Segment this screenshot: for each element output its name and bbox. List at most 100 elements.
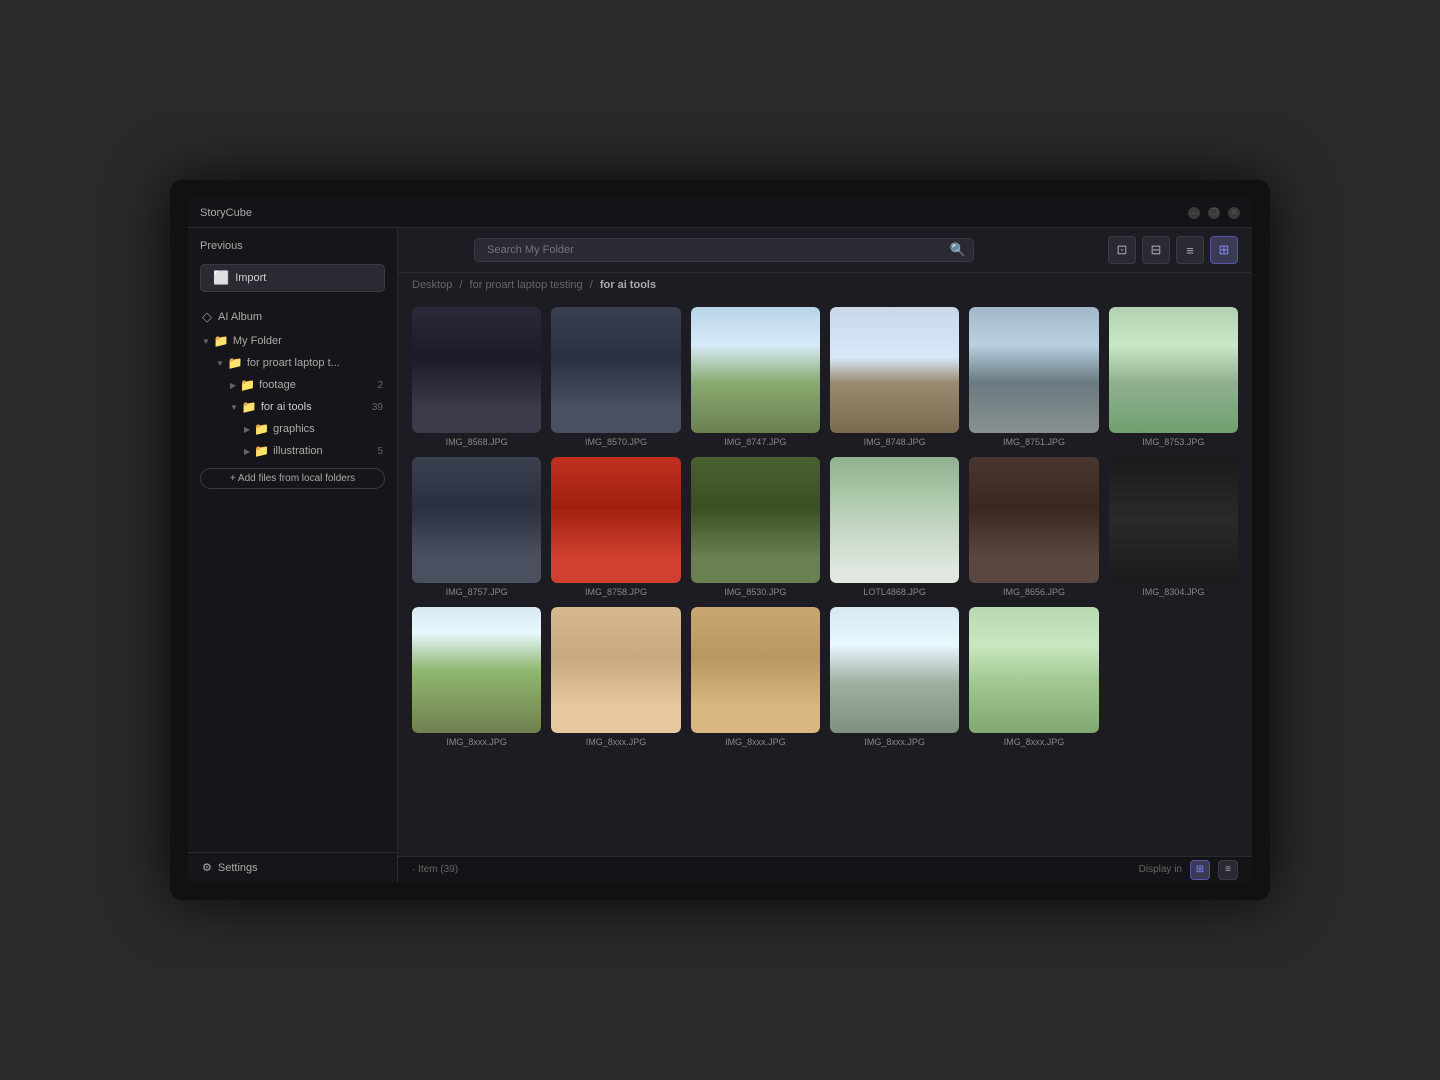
previous-button[interactable]: Previous <box>200 236 385 256</box>
settings-item[interactable]: ⚙ Settings <box>202 861 383 874</box>
photo-grid: IMG_8568.JPG IMG_8570.JPG IMG_8747.JPG IMG_… <box>398 297 1252 856</box>
search-container: 🔍 <box>474 238 974 262</box>
my-folder-icon: 📁 <box>214 334 229 348</box>
restore-button[interactable]: ❐ <box>1208 207 1220 219</box>
chevron-right-icon: ▶ <box>244 447 250 456</box>
sidebar-bottom: ⚙ Settings <box>188 852 397 882</box>
grid-view-button[interactable]: ⊞ <box>1210 236 1238 264</box>
sidebar-item-proart-folder[interactable]: ▼ 📁 for proart laptop t... <box>188 352 397 374</box>
breadcrumb-desktop[interactable]: Desktop <box>412 279 452 291</box>
settings-icon: ⚙ <box>202 861 212 874</box>
sidebar-item-ai-album[interactable]: ◇ AI Album <box>188 304 397 330</box>
import-label: Import <box>235 272 266 284</box>
photo-item-p6[interactable]: IMG_8753.JPG <box>1109 307 1238 447</box>
photo-item-p14[interactable]: IMG_8xxx.JPG <box>551 607 680 747</box>
photo-label-p8: IMG_8758.JPG <box>585 587 647 597</box>
photo-item-p2[interactable]: IMG_8570.JPG <box>551 307 680 447</box>
illustration-folder-icon: 📁 <box>254 444 269 458</box>
settings-label: Settings <box>218 862 258 874</box>
chevron-right-icon: ▶ <box>244 425 250 434</box>
proart-folder-label: for proart laptop t... <box>247 357 340 369</box>
sidebar-nav: ◇ AI Album ▼ 📁 My Folder ▼ 📁 for proart … <box>188 300 397 852</box>
sidebar: Previous ⬜ Import ◇ AI Album ▼ <box>188 228 398 882</box>
my-folder-label: My Folder <box>233 335 282 347</box>
photo-item-p16[interactable]: IMG_8xxx.JPG <box>830 607 959 747</box>
sort-button[interactable]: ≡ <box>1176 236 1204 264</box>
ai-tools-folder-icon: 📁 <box>242 400 257 414</box>
photo-label-p11: IMG_8656.JPG <box>1003 587 1065 597</box>
ai-album-label: AI Album <box>218 311 262 323</box>
close-button[interactable]: ✕ <box>1228 207 1240 219</box>
footage-count: 2 <box>377 380 383 391</box>
photo-label-p6: IMG_8753.JPG <box>1142 437 1204 447</box>
photo-label-p5: IMG_8751.JPG <box>1003 437 1065 447</box>
photo-label-p3: IMG_8747.JPG <box>724 437 786 447</box>
breadcrumb-sep-2: / <box>590 279 596 291</box>
search-input[interactable] <box>474 238 974 262</box>
illustration-label: illustration <box>273 445 323 457</box>
import-icon: ⬜ <box>213 270 229 286</box>
search-icon: 🔍 <box>950 242 966 258</box>
ai-album-icon: ◇ <box>202 309 212 325</box>
breadcrumb-current: for ai tools <box>600 279 656 291</box>
app-name: StoryCube <box>200 207 1188 219</box>
breadcrumb-sep-1: / <box>459 279 465 291</box>
toolbar-right: ⊡ ⊟ ≡ ⊞ <box>1108 236 1238 264</box>
photo-label-p10: LOTL4868.JPG <box>863 587 926 597</box>
photo-label-p4: IMG_8748.JPG <box>864 437 926 447</box>
photo-label-p12: IMG_8304.JPG <box>1142 587 1204 597</box>
photo-item-p5[interactable]: IMG_8751.JPG <box>969 307 1098 447</box>
toolbar: 🔍 ⊡ ⊟ ≡ ⊞ <box>398 228 1252 273</box>
photo-item-p13[interactable]: IMG_8xxx.JPG <box>412 607 541 747</box>
photo-label-p1: IMG_8568.JPG <box>446 437 508 447</box>
status-bar: · Item (39) Display in ⊞ ≡ <box>398 856 1252 882</box>
display-in-label: Display in <box>1139 864 1182 875</box>
breadcrumb: Desktop / for proart laptop testing / fo… <box>398 273 1252 297</box>
screen: StoryCube — ❐ ✕ Previous ⬜ Import <box>188 198 1252 882</box>
photo-item-p9[interactable]: IMG_8530.JPG <box>691 457 820 597</box>
ai-tools-count: 39 <box>372 402 383 413</box>
photo-item-p7[interactable]: IMG_8757.JPG <box>412 457 541 597</box>
title-bar: StoryCube — ❐ ✕ <box>188 198 1252 228</box>
chevron-down-icon: ▼ <box>230 403 238 412</box>
illustration-count: 5 <box>377 446 383 457</box>
import-button[interactable]: ⬜ Import <box>200 264 385 292</box>
photo-label-p13: IMG_8xxx.JPG <box>446 737 507 747</box>
minimize-button[interactable]: — <box>1188 207 1200 219</box>
sidebar-item-graphics[interactable]: ▶ 📁 graphics <box>188 418 397 440</box>
chevron-down-icon: ▼ <box>202 337 210 346</box>
photo-item-p15[interactable]: IMG_8xxx.JPG <box>691 607 820 747</box>
proart-folder-icon: 📁 <box>228 356 243 370</box>
photo-label-p2: IMG_8570.JPG <box>585 437 647 447</box>
add-files-button[interactable]: + Add files from local folders <box>200 468 385 489</box>
photo-label-p14: IMG_8xxx.JPG <box>586 737 647 747</box>
display-list-button[interactable]: ≡ <box>1218 860 1238 880</box>
sidebar-item-illustration[interactable]: ▶ 📁 illustration 5 <box>188 440 397 462</box>
photo-label-p16: IMG_8xxx.JPG <box>864 737 925 747</box>
item-count: · Item (39) <box>412 864 458 875</box>
sidebar-item-my-folder[interactable]: ▼ 📁 My Folder <box>188 330 397 352</box>
photo-item-p4[interactable]: IMG_8748.JPG <box>830 307 959 447</box>
chevron-down-icon: ▼ <box>216 359 224 368</box>
breadcrumb-proart[interactable]: for proart laptop testing <box>470 279 583 291</box>
graphics-folder-icon: 📁 <box>254 422 269 436</box>
graphics-label: graphics <box>273 423 315 435</box>
photo-label-p15: IMG_8xxx.JPG <box>725 737 786 747</box>
laptop-bezel: StoryCube — ❐ ✕ Previous ⬜ Import <box>170 180 1270 900</box>
filter-button[interactable]: ⊟ <box>1142 236 1170 264</box>
footage-folder-icon: 📁 <box>240 378 255 392</box>
app-body: Previous ⬜ Import ◇ AI Album ▼ <box>188 228 1252 882</box>
photo-item-p10[interactable]: LOTL4868.JPG <box>830 457 959 597</box>
monitor-view-button[interactable]: ⊡ <box>1108 236 1136 264</box>
photo-item-p17[interactable]: IMG_8xxx.JPG <box>969 607 1098 747</box>
photo-item-p11[interactable]: IMG_8656.JPG <box>969 457 1098 597</box>
photo-item-p12[interactable]: IMG_8304.JPG <box>1109 457 1238 597</box>
display-grid-button[interactable]: ⊞ <box>1190 860 1210 880</box>
photo-item-p3[interactable]: IMG_8747.JPG <box>691 307 820 447</box>
photo-item-p1[interactable]: IMG_8568.JPG <box>412 307 541 447</box>
sidebar-item-for-ai-tools[interactable]: ▼ 📁 for ai tools 39 <box>188 396 397 418</box>
photo-item-p8[interactable]: IMG_8758.JPG <box>551 457 680 597</box>
sidebar-item-footage[interactable]: ▶ 📁 footage 2 <box>188 374 397 396</box>
main-content: 🔍 ⊡ ⊟ ≡ ⊞ Desktop / for proart laptop te… <box>398 228 1252 882</box>
photo-label-p7: IMG_8757.JPG <box>446 587 508 597</box>
